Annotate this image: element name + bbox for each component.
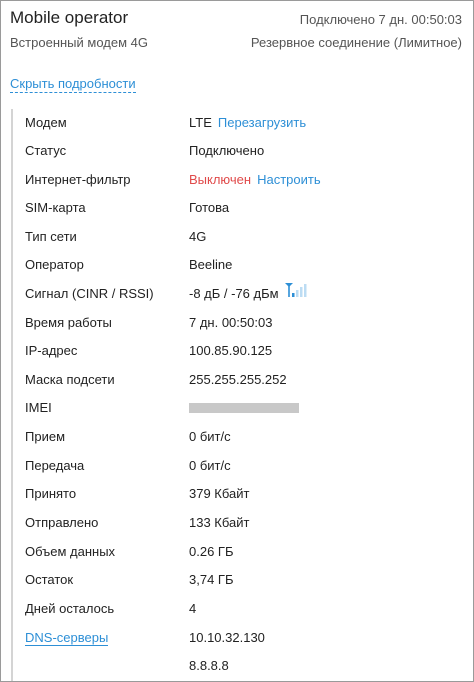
row-label: Передача	[25, 458, 85, 473]
row-dns-secondary: 8.8.8.8	[25, 656, 465, 676]
row-days-left: Дней осталось 4	[25, 599, 465, 619]
row-label: SIM-карта	[25, 200, 86, 215]
connection-status: Подключено 7 дн. 00:50:03	[299, 12, 462, 27]
remaining-value: 3,74 ГБ	[189, 572, 234, 587]
sim-value: Готова	[189, 200, 230, 215]
row-subnet-mask: Маска подсети 255.255.255.252	[25, 370, 465, 390]
row-label: Отправлено	[25, 515, 99, 530]
row-label: Сигнал (CINR / RSSI)	[25, 286, 154, 301]
row-received: Принято 379 Кбайт	[25, 484, 465, 504]
row-label: Остаток	[25, 572, 74, 587]
status-value: Подключено	[189, 143, 265, 158]
row-internet-filter: Интернет-фильтр Выключен Настроить	[25, 170, 465, 190]
row-label: Оператор	[25, 257, 84, 272]
row-tx-rate: Передача 0 бит/с	[25, 456, 465, 476]
row-label: Принято	[25, 486, 77, 501]
row-label: DNS-серверы	[25, 628, 109, 648]
row-data-volume: Объем данных 0.26 ГБ	[25, 542, 465, 562]
signal-value: -8 дБ / -76 дБм	[189, 286, 279, 301]
connection-type: Резервное соединение (Лимитное)	[250, 35, 462, 50]
dns-servers-link[interactable]: DNS-серверы	[25, 630, 109, 646]
row-signal: Сигнал (CINR / RSSI) -8 дБ / -76 дБм	[25, 282, 465, 305]
panel-title: Mobile operator	[10, 8, 129, 27]
row-label: Интернет-фильтр	[25, 172, 131, 187]
row-label: Дней осталось	[25, 601, 115, 616]
row-label: IP-адрес	[25, 343, 78, 358]
row-label: Модем	[25, 115, 67, 130]
details-section: Модем LTE Перезагрузить Статус Подключено…	[11, 109, 465, 681]
configure-link[interactable]: Настроить	[257, 172, 321, 187]
row-label: Время работы	[25, 315, 112, 330]
row-sim: SIM-карта Готова	[25, 198, 465, 218]
operator-value: Beeline	[189, 257, 233, 272]
received-value: 379 Кбайт	[189, 486, 250, 501]
row-value: -8 дБ / -76 дБм	[189, 282, 309, 305]
row-modem: Модем LTE Перезагрузить	[25, 113, 465, 133]
panel-subtitle: Встроенный модем 4G	[10, 35, 148, 50]
row-network-type: Тип сети 4G	[25, 227, 465, 247]
row-sent: Отправлено 133 Кбайт	[25, 513, 465, 533]
row-value: LTE Перезагрузить	[189, 113, 306, 133]
data-volume-value: 0.26 ГБ	[189, 544, 234, 559]
row-operator: Оператор Beeline	[25, 255, 465, 275]
row-status: Статус Подключено	[25, 141, 465, 161]
row-label: Статус	[25, 143, 67, 158]
row-uptime: Время работы 7 дн. 00:50:03	[25, 313, 465, 333]
row-remaining: Остаток 3,74 ГБ	[25, 570, 465, 590]
reboot-link[interactable]: Перезагрузить	[218, 115, 306, 130]
modem-panel: Mobile operator Встроенный модем 4G Подк…	[0, 0, 474, 682]
row-rx-rate: Прием 0 бит/с	[25, 427, 465, 447]
sent-value: 133 Кбайт	[189, 515, 250, 530]
tx-rate-value: 0 бит/с	[189, 458, 231, 473]
dns-primary-value: 10.10.32.130	[189, 630, 265, 645]
filter-value: Выключен	[189, 172, 252, 187]
hide-details-link[interactable]: Скрыть подробности	[10, 76, 136, 93]
row-value: Выключен Настроить	[189, 170, 321, 190]
uptime-value: 7 дн. 00:50:03	[189, 315, 273, 330]
imei-redacted-bar	[189, 403, 299, 413]
row-label: Прием	[25, 429, 66, 444]
dns-secondary-value: 8.8.8.8	[189, 658, 229, 673]
modem-value: LTE	[189, 115, 212, 130]
row-dns-servers: DNS-серверы 10.10.32.130	[25, 628, 465, 648]
network-type-value: 4G	[189, 229, 207, 244]
row-label: Тип сети	[25, 229, 77, 244]
subnet-mask-value: 255.255.255.252	[189, 372, 287, 387]
row-label: Маска подсети	[25, 372, 115, 387]
rx-rate-value: 0 бит/с	[189, 429, 231, 444]
row-label: IMEI	[25, 400, 52, 415]
row-imei: IMEI	[25, 398, 465, 418]
days-left-value: 4	[189, 601, 197, 616]
row-ip-address: IP-адрес 100.85.90.125	[25, 341, 465, 361]
row-label: Объем данных	[25, 544, 116, 559]
signal-strength-icon	[284, 282, 309, 303]
ip-address-value: 100.85.90.125	[189, 343, 273, 358]
